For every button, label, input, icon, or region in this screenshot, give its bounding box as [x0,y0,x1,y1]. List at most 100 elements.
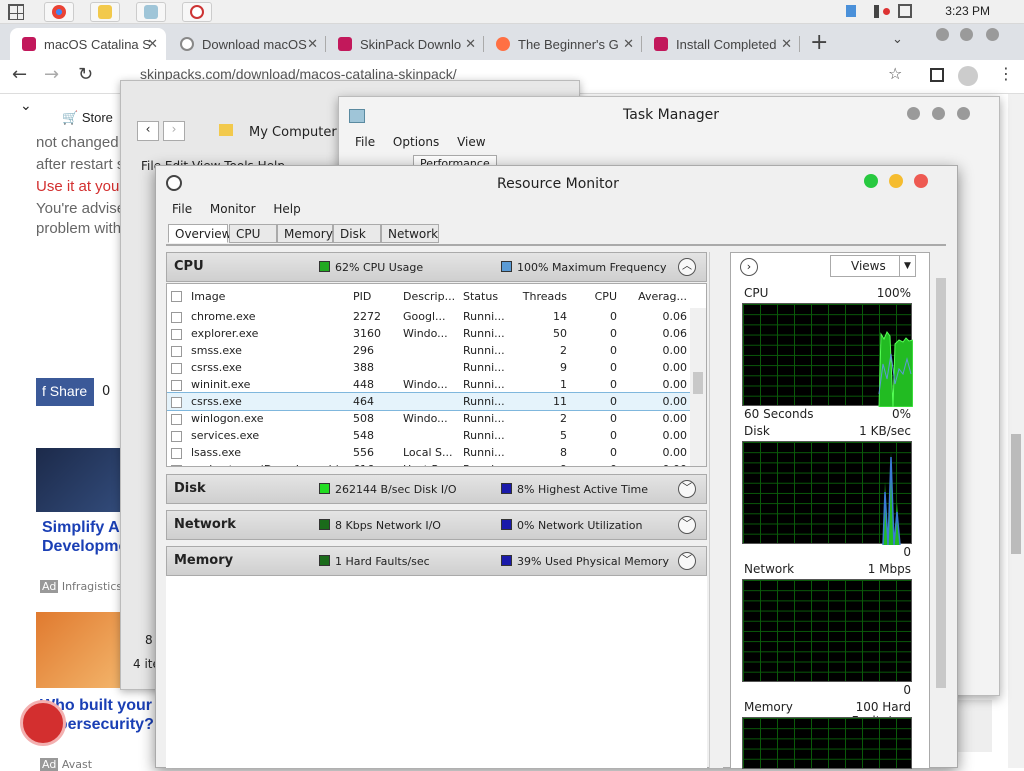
maximize-button[interactable] [889,174,903,188]
menu-view[interactable]: View [457,135,485,149]
tab-cpu[interactable]: CPU [229,224,277,243]
notification-bell-button[interactable] [20,700,66,746]
collapse-pane-button[interactable]: › [740,258,758,276]
folder-taskbar-icon[interactable] [90,2,120,22]
profile-avatar-icon[interactable] [958,66,978,86]
table-row[interactable]: chrome.exe 2272 Googl... Runni... 14 0 0.06 [167,308,691,325]
row-checkbox[interactable] [167,376,187,393]
expand-chevron-icon[interactable]: ﹀ [678,480,696,498]
close-tab-icon[interactable]: ✕ [307,36,318,52]
close-tab-icon[interactable]: ✕ [147,36,158,52]
resmon-taskbar-icon[interactable] [182,2,212,22]
menu-file[interactable]: File [355,135,375,149]
column-header[interactable]: PID [349,284,399,308]
ad-image[interactable] [36,612,120,688]
row-checkbox[interactable] [167,410,187,427]
tab-disk[interactable]: Disk [333,224,381,243]
browser-tab-2[interactable]: SkinPack Downlo ✕ [326,28,484,60]
browser-tab-0[interactable]: macOS Catalina S ✕ [10,28,166,60]
close-tab-icon[interactable]: ✕ [781,36,792,52]
table-row[interactable]: svchost.exe (DcomLaunch)616Host Pr...Run… [167,461,691,466]
close-button[interactable] [957,107,970,120]
tab-memory[interactable]: Memory [277,224,333,243]
row-checkbox[interactable] [167,342,187,359]
row-checkbox[interactable] [167,308,187,325]
scrollbar[interactable] [1008,94,1024,768]
cpu-section-header[interactable]: CPU 62% CPU Usage 100% Maximum Frequency… [166,252,707,282]
chrome-taskbar-icon[interactable] [44,2,74,22]
table-row[interactable]: lsass.exe 556 Local S... Runni... 8 0 0.00 [167,444,691,461]
table-row[interactable]: winlogon.exe 508 Windo... Runni... 2 0 0.00 [167,410,691,427]
row-checkbox[interactable] [167,393,187,410]
store-link[interactable]: 🛒 Store [62,110,113,126]
column-header[interactable]: Status [459,284,515,308]
taskmanager-taskbar-icon[interactable] [136,2,166,22]
minimize-button[interactable] [864,174,878,188]
menu-kebab-icon[interactable]: ⋮ [998,64,1014,83]
browser-tab-4[interactable]: Install Completed ✕ [642,28,800,60]
sidepanel-icon[interactable] [930,68,944,82]
select-all-checkbox[interactable] [167,284,187,308]
row-checkbox[interactable] [167,359,187,376]
main-scrollbar[interactable] [709,252,723,768]
table-row[interactable]: csrss.exe 388 Runni... 9 0 0.00 [167,359,691,376]
table-row[interactable]: smss.exe 296 Runni... 2 0 0.00 [167,342,691,359]
ad-image[interactable] [36,448,120,512]
row-checkbox[interactable] [167,444,187,461]
taskbar-clock[interactable]: 3:23 PM [945,4,990,18]
volume-muted-icon[interactable] [874,5,890,18]
expand-chevron-icon[interactable]: ﹀ [678,516,696,534]
table-row[interactable]: wininit.exe 448 Windo... Runni... 1 0 0.00 [167,376,691,393]
collapse-chevron-icon[interactable]: ︿ [678,258,696,276]
maximize-button[interactable] [932,107,945,120]
views-dropdown[interactable]: Views ▼ [830,255,916,277]
maximize-button[interactable] [960,28,973,41]
flag-icon[interactable] [846,5,856,17]
new-tab-button[interactable]: + [810,30,828,55]
browser-tab-1[interactable]: Download macOS ✕ [168,28,326,60]
table-row[interactable]: explorer.exe 3160 Windo... Runni... 50 0 0.06 [167,325,691,342]
minimize-button[interactable] [936,28,949,41]
tab-network[interactable]: Network [381,224,439,243]
close-tab-icon[interactable]: ✕ [465,36,476,52]
ad-title[interactable]: Simplify A Developme [42,518,127,556]
forward-button[interactable]: › [163,121,185,141]
article-warning-line: Use it at your [36,178,125,195]
memory-section-header[interactable]: Memory 1 Hard Faults/sec 39% Used Physic… [166,546,707,576]
reload-icon[interactable]: ↻ [78,64,93,85]
forward-arrow-icon[interactable]: → [44,64,59,85]
row-checkbox[interactable] [167,325,187,342]
browser-tab-3[interactable]: The Beginner's G ✕ [484,28,642,60]
table-row[interactable]: services.exe 548 Runni... 5 0 0.00 [167,427,691,444]
tab-search-chevron-icon[interactable]: ⌄ [892,32,903,47]
close-button[interactable] [914,174,928,188]
network-section-header[interactable]: Network 8 Kbps Network I/O 0% Network Ut… [166,510,707,540]
windows-grid-icon[interactable] [8,4,24,20]
network-icon[interactable] [898,4,912,18]
column-header[interactable]: Image [187,284,349,308]
column-header[interactable]: Threads [515,284,571,308]
facebook-share-button[interactable]: f Share [36,378,94,406]
menu-options[interactable]: Options [393,135,439,149]
disk-section-header[interactable]: Disk 262144 B/sec Disk I/O 8% Highest Ac… [166,474,707,504]
menu-monitor[interactable]: Monitor [210,202,256,216]
back-arrow-icon[interactable]: ← [12,64,27,85]
row-checkbox[interactable] [167,461,187,466]
column-header[interactable]: CPU [571,284,621,308]
row-checkbox[interactable] [167,427,187,444]
graphs-scrollbar[interactable] [934,260,948,762]
close-window-button[interactable] [986,28,999,41]
menu-help[interactable]: Help [273,202,300,216]
expand-chevron-icon[interactable]: ﹀ [678,552,696,570]
table-row[interactable]: csrss.exe 464 Runni... 11 0 0.00 [167,392,692,411]
column-header[interactable]: Averag... [621,284,691,308]
tab-overview[interactable]: Overview [168,224,232,243]
table-scrollbar[interactable] [690,308,706,466]
minimize-button[interactable] [907,107,920,120]
collapse-chevron-icon[interactable]: ⌄ [20,98,32,114]
menu-file[interactable]: File [172,202,192,216]
column-header[interactable]: Descrip... [399,284,459,308]
close-tab-icon[interactable]: ✕ [623,36,634,52]
back-button[interactable]: ‹ [137,121,159,141]
bookmark-star-icon[interactable]: ☆ [888,64,902,83]
